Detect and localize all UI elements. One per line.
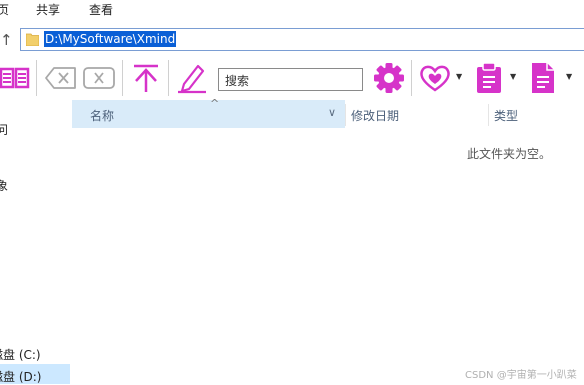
address-bar: ↑ D:\MySoftware\Xmind (0, 27, 584, 52)
search-input[interactable]: 搜索 (218, 68, 363, 91)
sort-ascending-icon: ^ (210, 97, 220, 110)
column-header: ^ 名称 ∨ 修改日期 类型 (72, 97, 584, 128)
toolbar: 搜索 ▼ ▼ ▼ (0, 56, 584, 100)
empty-folder-message: 此文件夹为空。 (467, 147, 552, 161)
toolbar-separator (36, 60, 37, 96)
column-name[interactable]: ^ 名称 ∨ (72, 97, 345, 128)
search-placeholder: 搜索 (225, 74, 250, 88)
column-modified-date[interactable]: 修改日期 (351, 107, 399, 124)
toolbar-separator (122, 60, 123, 96)
move-to-top-icon[interactable] (131, 62, 161, 94)
menu-item-share[interactable]: 共享 (36, 1, 60, 18)
nav-item-quick-access[interactable]: 问 (0, 121, 8, 138)
toolbar-separator (168, 60, 169, 96)
column-name-label: 名称 (90, 109, 115, 123)
columns-icon[interactable] (0, 62, 30, 94)
gear-icon[interactable] (372, 62, 406, 94)
menu-bar: 页 共享 查看 (0, 0, 584, 22)
edit-icon[interactable] (176, 62, 208, 94)
address-field[interactable]: D:\MySoftware\Xmind (20, 28, 584, 51)
chevron-down-icon[interactable]: ∨ (328, 106, 336, 119)
backspace-icon[interactable] (44, 62, 77, 94)
chevron-down-icon[interactable]: ▼ (456, 72, 462, 81)
nav-item-drive-c[interactable]: 磁盘 (C:) (0, 346, 41, 363)
column-divider[interactable] (488, 104, 489, 126)
chevron-down-icon[interactable]: ▼ (566, 72, 572, 81)
nav-item-drive-d[interactable]: 磁盘 (D:) (0, 368, 41, 385)
address-path[interactable]: D:\MySoftware\Xmind (44, 31, 177, 47)
menu-item-view[interactable]: 查看 (89, 1, 113, 18)
menu-item-home[interactable]: 页 (0, 1, 9, 18)
watermark: CSDN @宇宙第一小趴菜 (465, 370, 577, 381)
column-type[interactable]: 类型 (494, 107, 518, 124)
document-icon[interactable] (528, 62, 558, 94)
toolbar-separator (411, 60, 412, 96)
folder-icon (26, 33, 39, 46)
heart-icon[interactable] (419, 62, 451, 94)
navigation-pane: 问 象 磁盘 (C:) 磁盘 (D:) (0, 100, 72, 384)
clipboard-icon[interactable] (474, 62, 504, 94)
chevron-down-icon[interactable]: ▼ (510, 72, 516, 81)
up-arrow-icon[interactable]: ↑ (0, 31, 13, 49)
nav-item-3d-objects[interactable]: 象 (0, 177, 8, 194)
delete-icon[interactable] (83, 62, 115, 94)
column-divider[interactable] (345, 104, 346, 126)
